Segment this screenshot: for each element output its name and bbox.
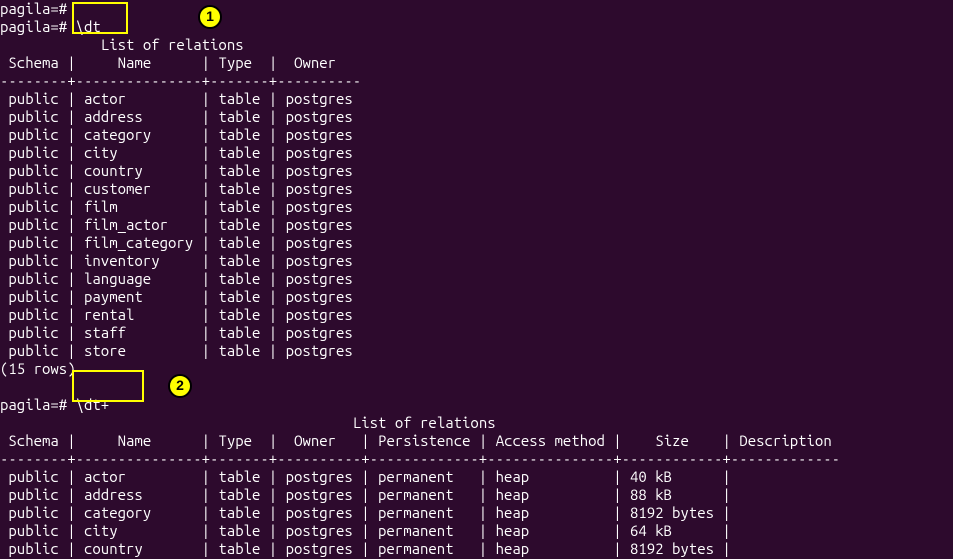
table-row: public | country | table | postgres | pe… (0, 540, 953, 558)
table-row: public | inventory | table | postgres (0, 252, 953, 270)
table-row: public | address | table | postgres | pe… (0, 486, 953, 504)
terminal-output: pagila=# pagila=# \dt List of relations … (0, 0, 953, 558)
table2-separator: --------+---------------+-------+-------… (0, 450, 953, 468)
table2-header: Schema | Name | Type | Owner | Persisten… (0, 432, 953, 450)
highlight-command-2 (72, 370, 144, 402)
table-row: public | film_actor | table | postgres (0, 216, 953, 234)
prompt-line-0: pagila=# (0, 0, 953, 18)
table-row: public | actor | table | postgres (0, 90, 953, 108)
table-row: public | city | table | postgres (0, 144, 953, 162)
table-row: public | category | table | postgres (0, 126, 953, 144)
highlight-command-1 (72, 2, 128, 34)
table2-title: List of relations (0, 414, 953, 432)
table-row: public | actor | table | postgres | perm… (0, 468, 953, 486)
table-row: public | customer | table | postgres (0, 180, 953, 198)
table-row: public | city | table | postgres | perma… (0, 522, 953, 540)
table-row: public | language | table | postgres (0, 270, 953, 288)
table-row: public | category | table | postgres | p… (0, 504, 953, 522)
table1-title: List of relations (0, 36, 953, 54)
table-row: public | film_category | table | postgre… (0, 234, 953, 252)
table1-separator: --------+---------------+-------+-------… (0, 72, 953, 90)
table-row: public | rental | table | postgres (0, 306, 953, 324)
annotation-1: 1 (198, 5, 222, 29)
table-row: public | payment | table | postgres (0, 288, 953, 306)
prompt-line-1[interactable]: pagila=# \dt (0, 18, 953, 36)
table-row: public | country | table | postgres (0, 162, 953, 180)
table2-body: public | actor | table | postgres | perm… (0, 468, 953, 558)
table-row: public | film | table | postgres (0, 198, 953, 216)
table-row: public | staff | table | postgres (0, 324, 953, 342)
table1-header: Schema | Name | Type | Owner (0, 54, 953, 72)
annotation-2: 2 (168, 374, 192, 398)
table1-body: public | actor | table | postgres public… (0, 90, 953, 360)
table-row: public | address | table | postgres (0, 108, 953, 126)
table-row: public | store | table | postgres (0, 342, 953, 360)
